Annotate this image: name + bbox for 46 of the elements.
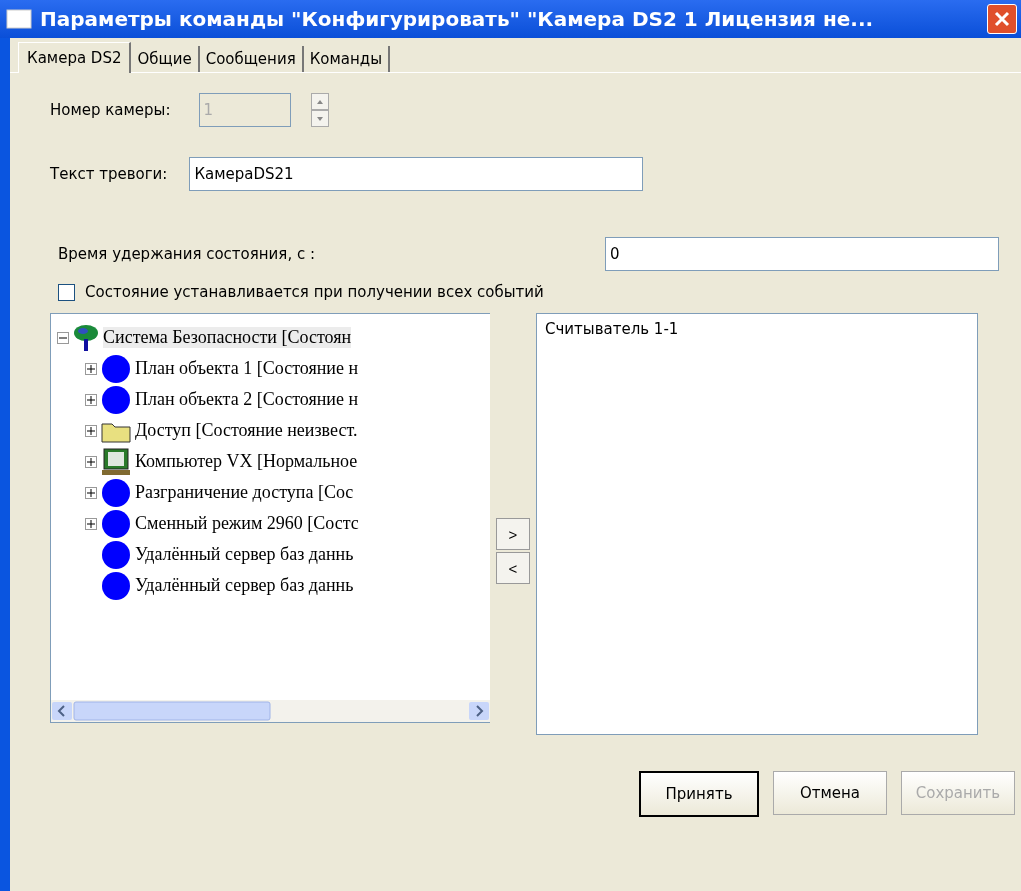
tree-item[interactable]: Разграничение доступа [Сос [135,482,354,503]
close-icon [993,10,1011,28]
tree-icon [73,323,99,352]
checkbox[interactable] [58,283,75,301]
collapse-icon[interactable] [57,331,69,344]
list-item[interactable]: Считыватель 1-1 [545,320,969,338]
tree-item[interactable]: Система Безопасности [Состоян [103,327,352,348]
tree-item[interactable]: Удалённый сервер баз даннь [135,544,354,565]
expand-icon[interactable] [85,393,97,406]
tree-item[interactable]: Удалённый сервер баз даннь [135,575,354,596]
field-label: Номер камеры: [50,101,171,119]
alarm-text-field[interactable]: КамераDS21 [189,157,644,191]
checkbox-label[interactable]: Состояние устанавливается при получении всех событий [85,283,544,301]
tab[interactable]: Камера DS2 [18,42,132,73]
dialog-button[interactable]: Отмена [773,771,887,815]
horizontal-scrollbar[interactable] [51,700,490,722]
window-icon [6,9,32,29]
field-label: Время удержания состояния, с : [58,245,315,263]
tree-item[interactable]: План объекта 2 [Состояние н [135,389,359,410]
scrollbar-thumb[interactable] [73,701,273,721]
scroll-left-icon[interactable] [51,701,73,721]
circle-icon [101,353,131,384]
circle-icon [101,539,131,570]
circle-icon [101,570,131,601]
close-button[interactable] [987,4,1017,34]
move-button[interactable]: > [496,518,530,550]
expand-icon[interactable] [85,362,97,375]
spin-buttons[interactable] [310,93,329,127]
expand-icon[interactable] [85,455,97,468]
expand-icon[interactable] [85,424,97,437]
field-label: Текст тревоги: [50,165,168,183]
hold-time-field[interactable]: 0 [605,237,999,271]
circle-icon [101,477,131,508]
move-button[interactable]: < [496,552,530,584]
scroll-right-icon[interactable] [468,701,490,721]
dialog-button[interactable]: Принять [639,771,759,817]
circle-icon [101,384,131,415]
tree-item[interactable]: Компьютер VX [Нормальное [135,451,358,472]
expand-icon[interactable] [85,517,97,530]
tree-item[interactable]: Доступ [Состояние неизвест. [135,420,358,441]
tree-item[interactable]: План объекта 1 [Состояние н [135,358,359,379]
circle-icon [101,508,131,539]
expand-icon[interactable] [85,486,97,499]
window-title: Параметры команды "Конфигурировать" "Камера DS2 1 Лицензия не... [40,7,875,31]
computer-icon [101,447,131,476]
tree-item[interactable]: Сменный режим 2960 [Состс [135,513,359,534]
